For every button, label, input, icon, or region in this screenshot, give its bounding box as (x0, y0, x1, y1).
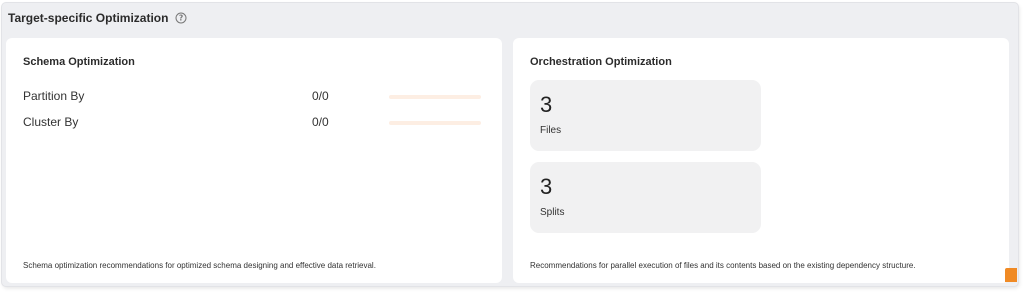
partition-by-row: Partition By 0/0 (23, 89, 485, 105)
cluster-by-progress-bar (389, 121, 481, 125)
cluster-by-row: Cluster By 0/0 (23, 115, 485, 131)
splits-stat-tile[interactable]: 3 Splits (530, 162, 761, 233)
target-optimization-panel: Target-specific Optimization ? Schema Op… (2, 3, 1018, 286)
schema-optimization-card: Schema Optimization Partition By 0/0 Clu… (6, 38, 502, 283)
orchestration-optimization-card: Orchestration Optimization 3 Files 3 Spl… (513, 38, 1009, 283)
partition-by-progress-bar (389, 95, 481, 99)
files-label: Files (540, 125, 562, 136)
cluster-by-label: Cluster By (23, 115, 79, 129)
orchestration-card-title: Orchestration Optimization (530, 56, 672, 68)
files-stat-tile[interactable]: 3 Files (530, 80, 761, 151)
files-count: 3 (540, 92, 553, 117)
partition-by-label: Partition By (23, 89, 85, 103)
partition-by-value: 0/0 (312, 89, 329, 103)
panel-title: Target-specific Optimization (8, 11, 169, 25)
schema-card-title: Schema Optimization (23, 56, 135, 68)
question-circle-icon[interactable]: ? (175, 12, 187, 24)
panel-header: Target-specific Optimization ? (8, 11, 187, 25)
splits-count: 3 (540, 174, 553, 199)
svg-text:?: ? (179, 14, 183, 23)
cluster-by-value: 0/0 (312, 115, 329, 129)
schema-card-description: Schema optimization recommendations for … (23, 261, 376, 270)
orchestration-card-description: Recommendations for parallel execution o… (530, 261, 916, 270)
splits-label: Splits (540, 207, 565, 218)
feedback-tab[interactable] (1005, 268, 1017, 282)
